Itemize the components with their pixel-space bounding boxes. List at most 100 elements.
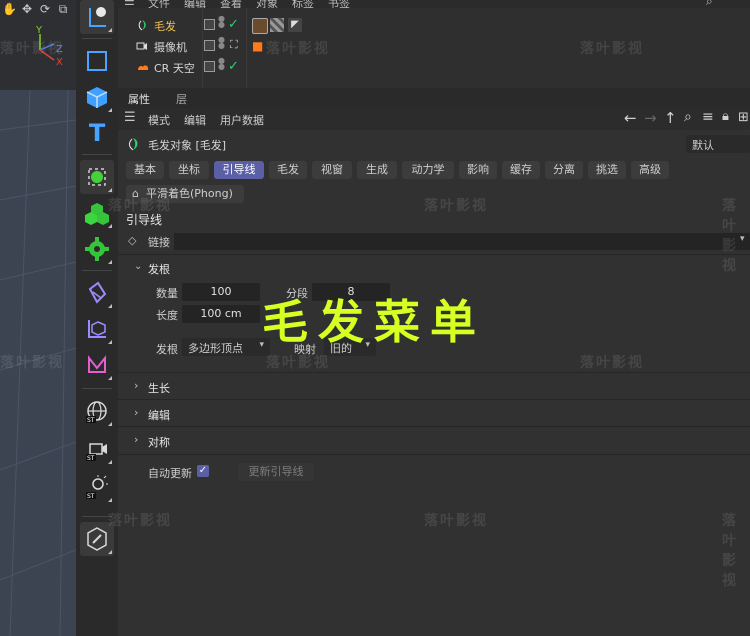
new-panel-icon[interactable]: ⊞ bbox=[738, 110, 749, 125]
object-row-sky[interactable]: CR 天空 ● ● ✓ bbox=[118, 57, 750, 77]
watermark-text: 落叶影视 bbox=[266, 41, 330, 57]
text-tool-button[interactable]: T bbox=[80, 116, 114, 150]
search-icon[interactable]: ⌕ bbox=[706, 0, 713, 8]
visibility-dots-icon[interactable]: ● ● bbox=[218, 57, 225, 71]
group-title[interactable]: 发根 bbox=[148, 261, 170, 277]
root-value: 多边形顶点 bbox=[188, 342, 243, 355]
light-button[interactable]: ST bbox=[80, 470, 114, 504]
field-icon bbox=[88, 320, 106, 338]
effector-button[interactable] bbox=[80, 232, 114, 266]
diamond-icon[interactable]: ◇ bbox=[128, 234, 136, 247]
layer-icon[interactable] bbox=[204, 40, 215, 51]
hair-icon bbox=[129, 138, 138, 151]
visibility-dots-icon[interactable]: ● ● bbox=[218, 36, 225, 50]
viewport[interactable]: ✋ ✥ ⟳ ⧉ Y Z X bbox=[0, 0, 76, 636]
tab-guides[interactable]: 引导线 bbox=[214, 161, 264, 179]
hair-tag-icon[interactable]: ◤ bbox=[288, 18, 302, 32]
spline-button[interactable] bbox=[80, 348, 114, 382]
menu-mode[interactable]: 模式 bbox=[148, 112, 170, 128]
tab-basic[interactable]: 基本 bbox=[126, 161, 164, 179]
watermark-text: 落叶影视 bbox=[0, 355, 64, 371]
menu-tags[interactable]: 标签 bbox=[292, 0, 314, 8]
tab-hair[interactable]: 毛发 bbox=[269, 161, 307, 179]
preset-dropdown[interactable]: 默认 bbox=[686, 135, 750, 153]
menu-view[interactable]: 查看 bbox=[220, 0, 242, 8]
tab-pick[interactable]: 挑选 bbox=[588, 161, 626, 179]
watermark-text: 落叶影视 bbox=[424, 198, 488, 214]
watermark-text: 落叶影视 bbox=[722, 513, 738, 589]
cube-button[interactable] bbox=[80, 80, 114, 114]
visibility-dots-icon[interactable]: ● ● bbox=[218, 15, 225, 29]
material-tag-icon[interactable] bbox=[252, 18, 268, 34]
tab-dynamics[interactable]: 动力学 bbox=[402, 161, 454, 179]
tab-influence[interactable]: 影响 bbox=[459, 161, 497, 179]
text-icon: T bbox=[88, 119, 106, 147]
link-field[interactable] bbox=[174, 233, 750, 250]
preset-value: 默认 bbox=[692, 139, 714, 152]
cube-outline-button[interactable] bbox=[80, 44, 114, 78]
menu-edit[interactable]: 编辑 bbox=[184, 112, 206, 128]
tab-separate[interactable]: 分离 bbox=[545, 161, 583, 179]
hair-icon bbox=[138, 20, 146, 31]
move-icon[interactable]: ✥ bbox=[20, 2, 34, 16]
watermark-text: 落叶影视 bbox=[266, 355, 330, 371]
object-title-row: 毛发对象 [毛发] 默认 bbox=[118, 132, 750, 156]
camera-target-icon[interactable]: ⛶ bbox=[230, 38, 238, 52]
chevron-right-icon: › bbox=[134, 406, 139, 419]
tab-generate[interactable]: 生成 bbox=[357, 161, 397, 179]
menu-object[interactable]: 对象 bbox=[256, 0, 278, 8]
count-field[interactable]: 100 bbox=[182, 283, 260, 301]
menu-bookmarks[interactable]: 书签 bbox=[328, 0, 350, 8]
light-icon: ST bbox=[86, 475, 108, 500]
hamburger-icon[interactable]: ☰ bbox=[124, 0, 135, 8]
tab-coordinates[interactable]: 坐标 bbox=[169, 161, 209, 179]
generator-button[interactable] bbox=[80, 160, 114, 194]
object-name: CR 天空 bbox=[154, 62, 195, 75]
object-row-camera[interactable]: 摄像机 ● ● ⛶ ■ bbox=[118, 36, 750, 56]
menu-edit[interactable]: 编辑 bbox=[184, 0, 206, 8]
root-dropdown[interactable]: 多边形顶点 ▾ bbox=[182, 338, 270, 356]
tab-cache[interactable]: 缓存 bbox=[502, 161, 540, 179]
select-icon bbox=[89, 7, 106, 27]
hand-icon[interactable]: ✋ bbox=[2, 2, 17, 16]
select-tool-button[interactable] bbox=[80, 0, 114, 34]
check-icon[interactable]: ✓ bbox=[228, 17, 239, 32]
object-row-hair[interactable]: 毛发 ● ● ✓ ◤ bbox=[118, 15, 750, 35]
panel-tab-bar: 属性 层 bbox=[118, 88, 750, 108]
update-guides-button[interactable]: 更新引导线 bbox=[238, 463, 314, 481]
pencil-icon bbox=[87, 527, 107, 551]
tab-layers[interactable]: 层 bbox=[176, 91, 187, 107]
texture-tag-icon[interactable] bbox=[270, 18, 284, 32]
deformer-icon bbox=[88, 281, 107, 304]
lock-icon[interactable]: 🔒︎ bbox=[722, 109, 729, 124]
watermark-text: 落叶影视 bbox=[722, 198, 738, 274]
auto-update-checkbox[interactable]: ✓ bbox=[197, 465, 209, 477]
camera-icon bbox=[136, 42, 147, 50]
search-icon[interactable]: ⌕ bbox=[684, 109, 692, 125]
back-arrow-icon[interactable]: ← bbox=[624, 109, 637, 127]
deformer-button[interactable] bbox=[80, 276, 114, 310]
camera-button[interactable]: ST bbox=[80, 432, 114, 466]
watermark-text: 落叶影视 bbox=[424, 513, 488, 529]
menu-file[interactable]: 文件 bbox=[148, 0, 170, 8]
field-button[interactable] bbox=[80, 312, 114, 346]
layer-icon[interactable] bbox=[204, 19, 215, 30]
camera-tag-icon[interactable]: ■ bbox=[252, 39, 263, 53]
chevron-down-icon[interactable]: ⌄ bbox=[134, 261, 142, 272]
tab-viewport[interactable]: 视窗 bbox=[312, 161, 352, 179]
watermark-text: 落叶影视 bbox=[108, 198, 172, 214]
tab-attributes[interactable]: 属性 bbox=[128, 91, 150, 107]
check-icon[interactable]: ✓ bbox=[228, 59, 239, 74]
tab-advanced[interactable]: 高级 bbox=[631, 161, 669, 179]
maximize-icon[interactable]: ⧉ bbox=[56, 2, 70, 16]
filter-icon[interactable]: ≡ bbox=[702, 109, 714, 125]
hamburger-icon[interactable]: ☰ bbox=[124, 110, 136, 125]
length-field[interactable]: 100 cm bbox=[182, 305, 260, 323]
forward-arrow-icon[interactable]: → bbox=[644, 109, 657, 127]
rotate-icon[interactable]: ⟳ bbox=[38, 2, 52, 16]
layer-icon[interactable] bbox=[204, 61, 215, 72]
menu-user-data[interactable]: 用户数据 bbox=[220, 112, 264, 128]
environment-button[interactable]: ST bbox=[80, 394, 114, 428]
gear-icon bbox=[85, 237, 109, 261]
up-arrow-icon[interactable]: ↑ bbox=[664, 109, 677, 127]
